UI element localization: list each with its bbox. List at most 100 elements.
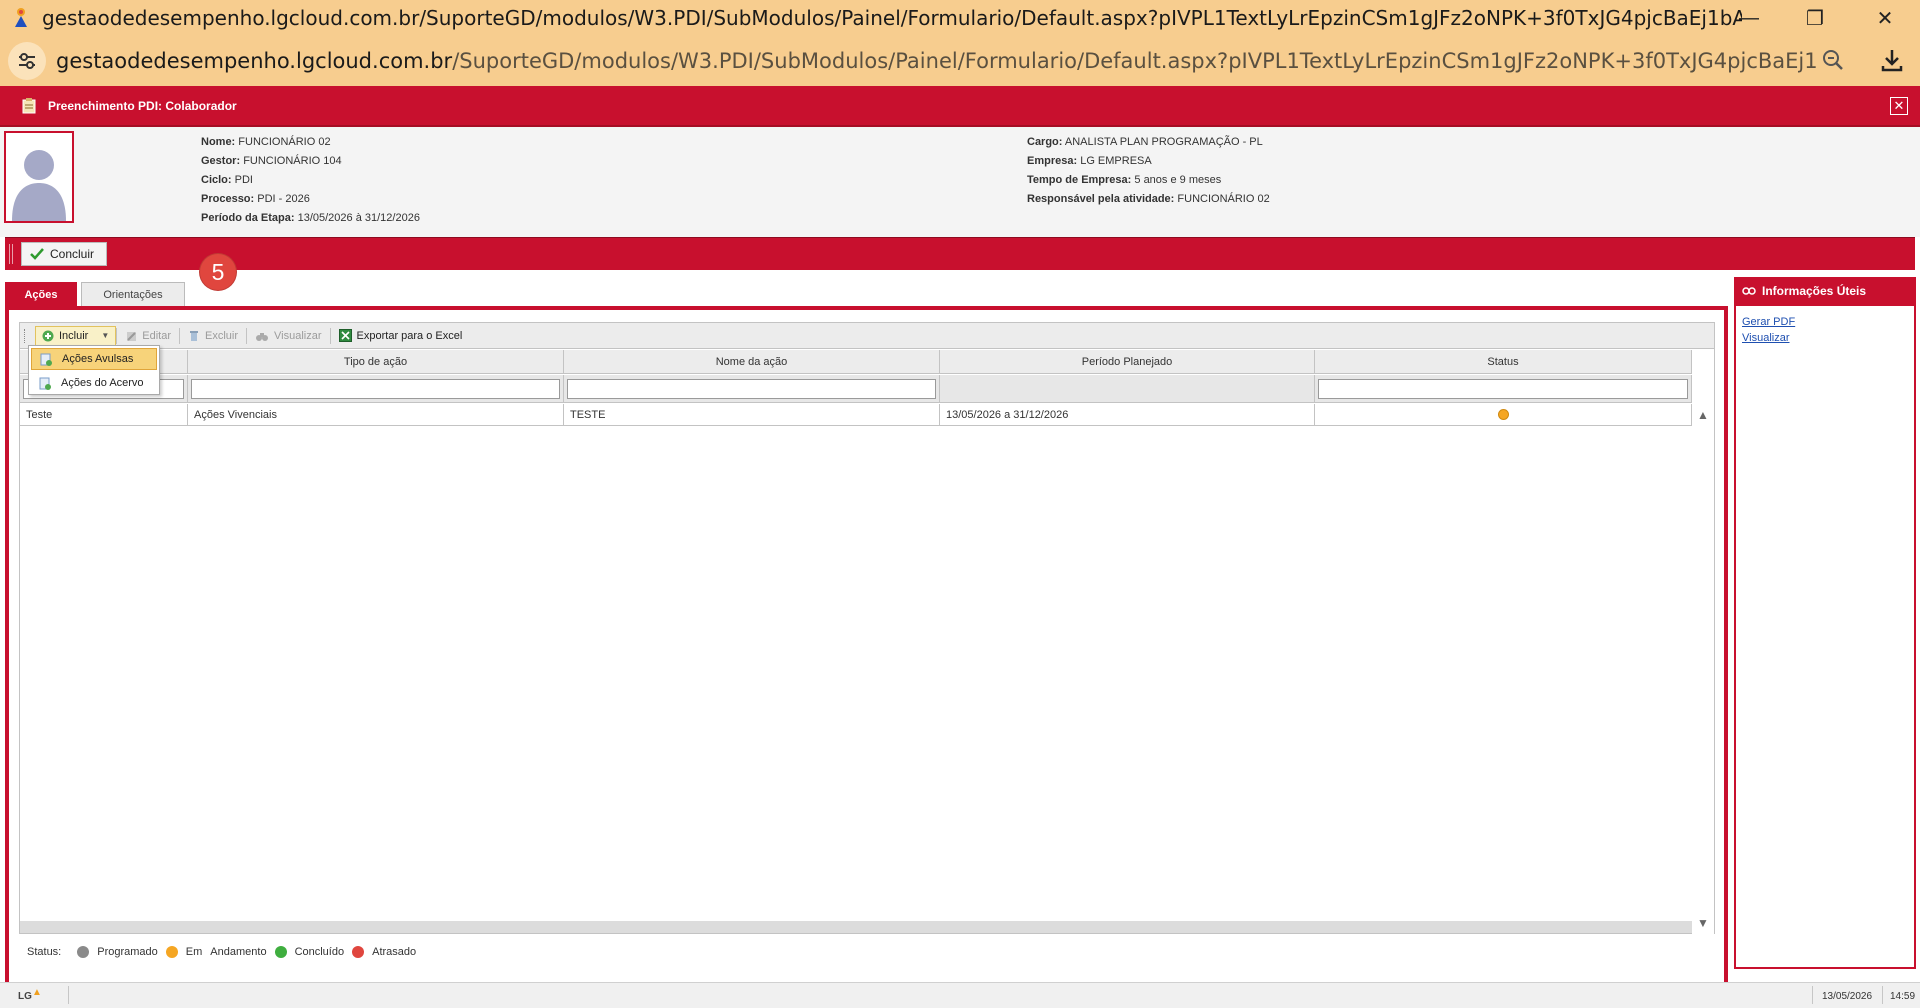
tab-orientacoes[interactable]: Orientações [81, 282, 185, 306]
menu-item-acoes-acervo[interactable]: Ações do Acervo [31, 372, 157, 394]
visualizar-label: Visualizar [274, 329, 322, 342]
close-icon: ✕ [1893, 98, 1905, 113]
info-panel-header: Informações Úteis [1734, 277, 1916, 305]
col-header-periodo[interactable]: Período Planejado [940, 350, 1315, 373]
horizontal-scrollbar[interactable] [20, 921, 1692, 933]
informacoes-uteis-panel: Informações Úteis Gerar PDF Visualizar [1734, 277, 1916, 969]
grid-toolbar: Incluir ▼ Editar Excluir Visualizar Expo [20, 323, 1714, 349]
filter-input-status[interactable] [1318, 378, 1688, 399]
avatar [4, 131, 74, 223]
status-andamento-icon [165, 946, 178, 958]
exportar-label: Exportar para o Excel [356, 329, 463, 342]
exportar-excel-button[interactable]: Exportar para o Excel [331, 326, 471, 346]
legend-atrasado: Atrasado [372, 946, 417, 958]
info-ciclo: Ciclo: PDI [201, 174, 253, 186]
visualizar-link[interactable]: Visualizar [1742, 332, 1908, 344]
col-header-status[interactable]: Status [1315, 350, 1692, 373]
app-header: Preenchimento PDI: Colaborador ✕ [0, 86, 1920, 127]
grid-filter-row [20, 375, 1692, 403]
info-tempo-empresa: Tempo de Empresa: 5 anos e 9 meses [1027, 174, 1222, 186]
info-periodo-etapa: Período da Etapa: 13/05/2026 à 31/12/202… [201, 212, 420, 224]
page-title: Preenchimento PDI: Colaborador [48, 98, 237, 113]
zoom-icon[interactable] [1820, 47, 1846, 78]
gerar-pdf-link[interactable]: Gerar PDF [1742, 316, 1908, 328]
toolbar-grip [9, 244, 13, 264]
status-bar: LG ▲ 13/05/2026 14:59 [0, 982, 1920, 1008]
lg-logo: LG [18, 991, 32, 1002]
scroll-down-icon[interactable]: ▼ [1697, 916, 1709, 930]
actions-grid: Incluir ▼ Editar Excluir Visualizar Expo [19, 322, 1715, 934]
checkmark-icon [30, 248, 44, 260]
browser-title-bar: gestaodedesempenho.lgcloud.com.br/Suport… [0, 0, 1920, 36]
cell-tipo: Ações Vivenciais [188, 404, 564, 425]
restore-button[interactable]: ❐ [1786, 0, 1844, 36]
step-badge: 5 [200, 254, 236, 290]
status-programado-icon [77, 946, 90, 958]
url-field[interactable]: gestaodedesempenho.lgcloud.com.br/Suport… [56, 49, 1816, 73]
trash-icon [188, 330, 200, 342]
menu-label: Ações do Acervo [61, 377, 144, 389]
tab-acoes[interactable]: Ações [5, 282, 77, 306]
filter-cell-periodo [940, 375, 1315, 402]
status-time: 14:59 [1890, 991, 1916, 1002]
incluir-dropdown-menu: Ações Avulsas Ações do Acervo [28, 345, 160, 395]
cell-status [1315, 404, 1692, 425]
window-title: gestaodedesempenho.lgcloud.com.br/Suport… [42, 6, 1742, 30]
scroll-up-icon[interactable]: ▲ [1697, 408, 1709, 422]
form-icon [22, 97, 36, 114]
concluir-button[interactable]: Concluir [21, 242, 107, 266]
col-header-nome[interactable]: Nome da ação [564, 350, 940, 373]
action-toolbar: Concluir [5, 237, 1915, 270]
document-add-icon [40, 353, 52, 366]
visualizar-button[interactable]: Visualizar [247, 326, 330, 346]
excel-icon [338, 329, 352, 342]
incluir-button[interactable]: Incluir ▼ [35, 325, 117, 346]
add-icon [42, 330, 54, 342]
lg-logo-mark-icon: ▲ [32, 987, 42, 998]
close-form-button[interactable]: ✕ [1890, 97, 1908, 115]
status-date: 13/05/2026 [1822, 991, 1873, 1002]
acoes-panel: Incluir ▼ Editar Excluir Visualizar Expo [5, 306, 1728, 982]
concluir-label: Concluir [50, 247, 95, 261]
tab-bar: Ações Orientações [5, 282, 189, 308]
info-nome: Nome: FUNCIONÁRIO 02 [201, 136, 331, 148]
info-responsavel: Responsável pela atividade: FUNCIONÁRIO … [1027, 193, 1270, 205]
menu-item-acoes-avulsas[interactable]: Ações Avulsas [31, 348, 157, 370]
chevron-down-icon: ▼ [101, 331, 110, 340]
grid-header: Tipo de ação Nome da ação Período Planej… [20, 350, 1692, 374]
info-panel-body: Gerar PDF Visualizar [1734, 305, 1916, 969]
document-add-icon [39, 377, 51, 390]
site-settings-button[interactable] [8, 42, 46, 80]
table-row[interactable]: Teste Ações Vivenciais TESTE 13/05/2026 … [20, 404, 1692, 426]
legend-andamento: Andamento [210, 946, 267, 958]
incluir-label: Incluir [59, 329, 89, 342]
close-window-button[interactable]: ✕ [1856, 0, 1914, 36]
restore-icon: ❐ [1806, 7, 1824, 30]
info-processo: Processo: PDI - 2026 [201, 193, 310, 205]
menu-label: Ações Avulsas [62, 353, 134, 365]
minimize-icon: — [1739, 6, 1759, 29]
toolbar-grip [24, 328, 27, 343]
url-path: /SuporteGD/modulos/W3.PDI/SubModulos/Pai… [452, 49, 1816, 73]
links-icon [1742, 286, 1756, 296]
cell-periodo: 13/05/2026 a 31/12/2026 [940, 404, 1315, 425]
minimize-button[interactable]: — [1720, 0, 1778, 36]
binoculars-icon [255, 330, 269, 342]
status-concluido-icon [274, 946, 287, 958]
legend-programado: Programado [97, 946, 158, 958]
close-icon: ✕ [1876, 7, 1894, 30]
filter-input-tipo[interactable] [191, 378, 560, 399]
info-empresa: Empresa: LG EMPRESA [1027, 155, 1152, 167]
status-in-progress-icon [1497, 409, 1509, 420]
filter-input-nome[interactable] [567, 378, 936, 399]
vertical-scrollbar[interactable]: ▲ ▼ [1692, 404, 1714, 934]
url-host: gestaodedesempenho.lgcloud.com.br [56, 49, 453, 73]
excluir-button[interactable]: Excluir [180, 326, 246, 346]
col-header-tipo[interactable]: Tipo de ação [188, 350, 564, 373]
download-icon[interactable] [1878, 46, 1906, 79]
info-gestor: Gestor: FUNCIONÁRIO 104 [201, 155, 342, 167]
browser-address-bar: gestaodedesempenho.lgcloud.com.br/Suport… [0, 36, 1920, 86]
info-cargo: Cargo: ANALISTA PLAN PROGRAMAÇÃO - PL [1027, 136, 1263, 148]
editar-button[interactable]: Editar [117, 326, 179, 346]
legend-em: Em [185, 946, 203, 958]
